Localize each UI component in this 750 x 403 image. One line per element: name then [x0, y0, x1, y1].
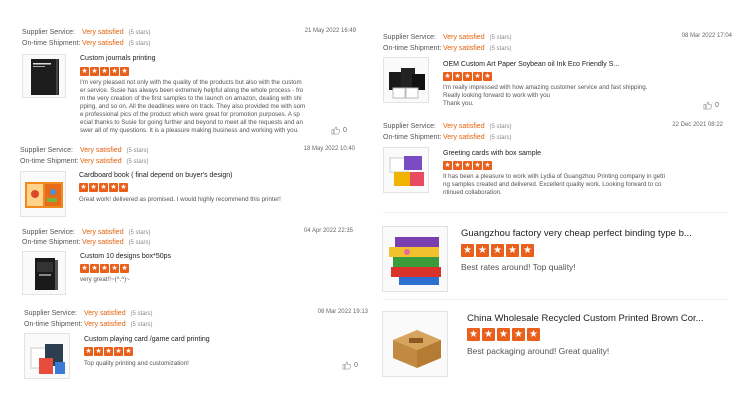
star-icon: ★: [482, 328, 495, 341]
product-thumbnail[interactable]: [382, 311, 448, 377]
featured-review-card: China Wholesale Recycled Custom Printed …: [0, 0, 750, 403]
product-title-link[interactable]: China Wholesale Recycled Custom Printed …: [467, 313, 704, 324]
star-icon: ★: [467, 328, 480, 341]
review-comment: Best packaging around! Great quality!: [467, 346, 610, 356]
star-icon: ★: [497, 328, 510, 341]
rating-stars: ★ ★ ★ ★ ★: [467, 328, 540, 341]
kraft-mailer-box-icon: [393, 330, 441, 368]
star-icon: ★: [512, 328, 525, 341]
star-icon: ★: [527, 328, 540, 341]
